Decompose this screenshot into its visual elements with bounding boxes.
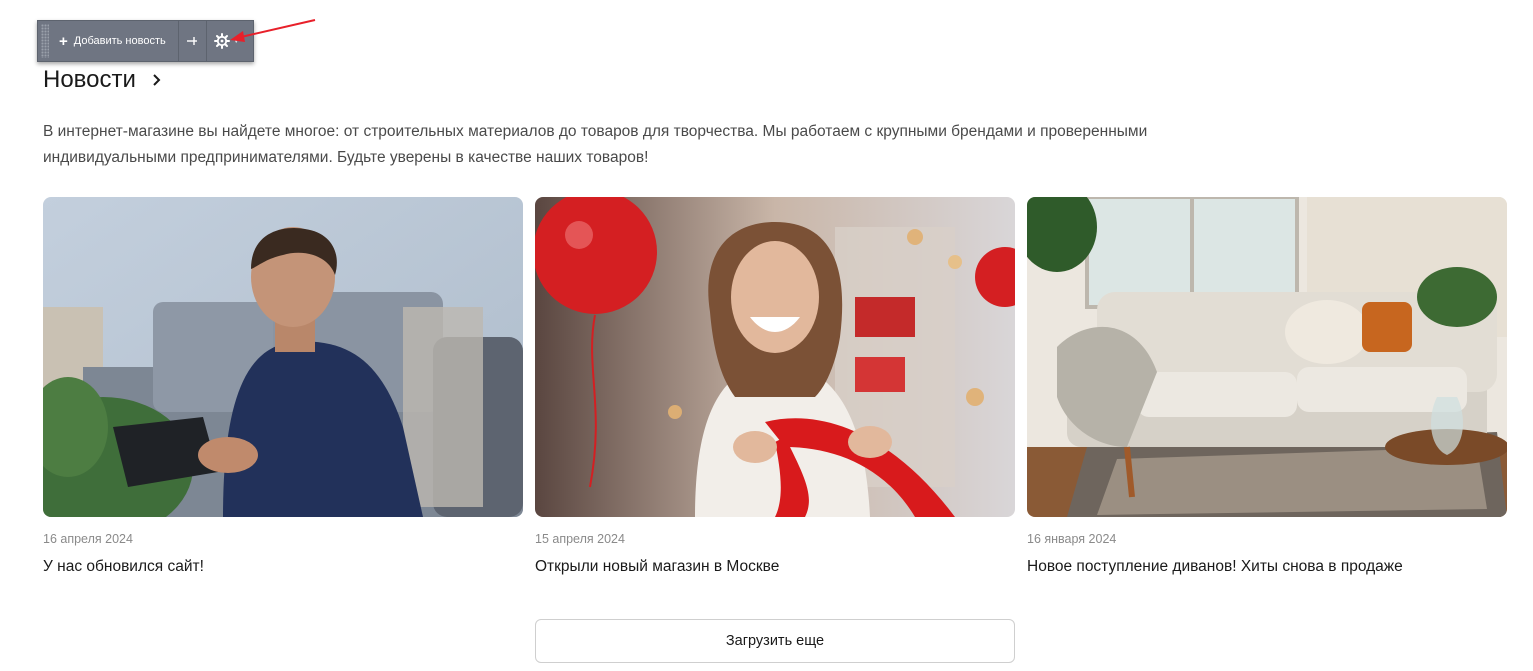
plus-icon: +: [59, 32, 68, 50]
add-news-button[interactable]: + Добавить новость: [49, 20, 179, 62]
pin-button[interactable]: [179, 20, 207, 62]
news-title[interactable]: У нас обновился сайт!: [43, 558, 523, 576]
news-date: 15 апреля 2024: [535, 532, 625, 546]
news-card[interactable]: 15 апреля 2024 Открыли новый магазин в М…: [535, 197, 1015, 576]
news-date: 16 апреля 2024: [43, 532, 133, 546]
section-description: В интернет-магазине вы найдете многое: о…: [43, 123, 1148, 166]
drag-handle[interactable]: [41, 24, 49, 58]
admin-toolbar: + Добавить новость ▼: [37, 20, 254, 62]
news-image[interactable]: [1027, 197, 1507, 517]
page-title: Новости: [43, 66, 136, 93]
news-section-link[interactable]: Новости: [43, 66, 162, 94]
news-title[interactable]: Открыли новый магазин в Москве: [535, 558, 1015, 576]
news-title[interactable]: Новое поступление диванов! Хиты снова в …: [1027, 558, 1507, 576]
pin-icon: [187, 37, 198, 45]
news-card[interactable]: 16 января 2024 Новое поступление диванов…: [1027, 197, 1507, 576]
load-more-button[interactable]: Загрузить еще: [535, 619, 1015, 663]
add-news-label: Добавить новость: [73, 35, 166, 47]
news-date: 16 января 2024: [1027, 532, 1117, 546]
news-image[interactable]: [43, 197, 523, 517]
news-image[interactable]: [535, 197, 1015, 517]
news-card[interactable]: 16 апреля 2024 У нас обновился сайт!: [43, 197, 523, 576]
annotation-arrow-icon: [230, 19, 316, 42]
chevron-right-icon: [153, 74, 161, 86]
